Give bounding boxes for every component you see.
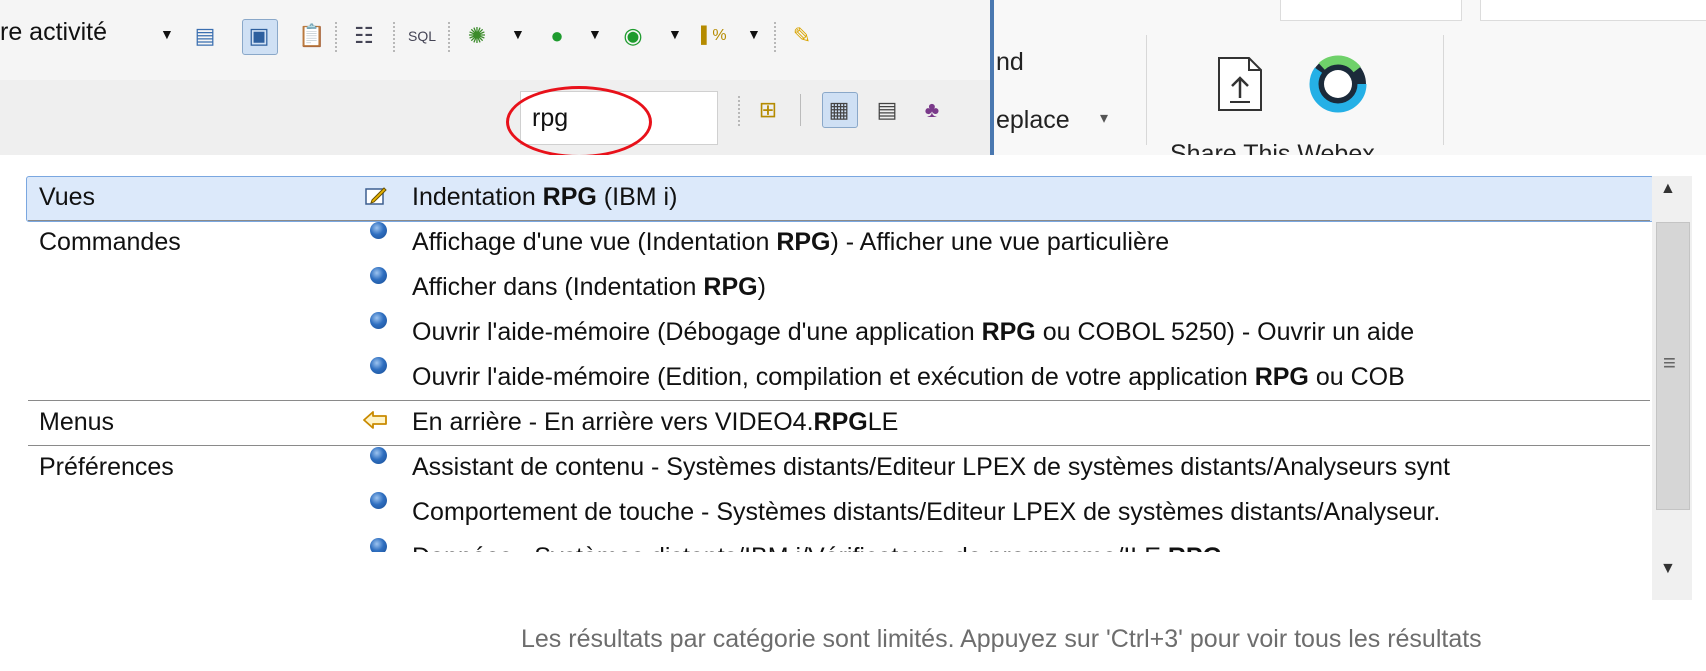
result-item[interactable]: Comportement de touche - Systèmes distan… xyxy=(412,498,1440,527)
table-icon[interactable]: ▤ xyxy=(875,98,899,122)
dropdown-arrow-icon[interactable]: ▼ xyxy=(160,26,174,42)
category-menus: Menus xyxy=(39,408,115,436)
find-button[interactable]: nd xyxy=(996,48,1024,77)
perspective-label[interactable]: re activité xyxy=(0,18,107,47)
ribbon-tab[interactable] xyxy=(1280,0,1462,21)
remote-dropdown-icon[interactable]: ▼ xyxy=(668,26,682,42)
coverage-dropdown-icon[interactable]: ▼ xyxy=(747,26,761,42)
toolbar-separator xyxy=(448,22,451,52)
command-bullet-icon xyxy=(370,222,387,239)
result-item[interactable]: Ouvrir l'aide-mémoire (Edition, compilat… xyxy=(412,363,1405,392)
replace-button[interactable]: eplace xyxy=(996,106,1070,135)
ribbon-tab[interactable] xyxy=(1480,0,1706,21)
toolbar-separator xyxy=(800,94,801,126)
preference-bullet-icon xyxy=(370,447,387,464)
open-perspective-icon[interactable]: ⊞ xyxy=(756,98,780,122)
list-icon[interactable]: ☷ xyxy=(352,24,376,48)
results-limit-hint: Les résultats par catégorie sont limités… xyxy=(521,625,1482,653)
run-dropdown-icon[interactable]: ▼ xyxy=(588,26,602,42)
coverage-icon[interactable]: ▌% xyxy=(701,24,727,48)
result-item[interactable]: Ouvrir l'aide-mémoire (Débogage d'une ap… xyxy=(412,318,1414,347)
search-highlight-circle xyxy=(506,86,652,158)
remote-systems-icon[interactable]: ▦ xyxy=(827,98,851,122)
scroll-up-icon[interactable]: ▲ xyxy=(1660,180,1676,198)
team-icon[interactable]: ♣ xyxy=(920,98,944,122)
command-bullet-icon xyxy=(370,312,387,329)
sql-icon[interactable]: SQL xyxy=(408,24,436,48)
category-separator xyxy=(28,220,1650,221)
command-bullet-icon xyxy=(370,357,387,374)
result-item[interactable]: En arrière - En arrière vers VIDEO4.RPGL… xyxy=(412,408,898,437)
debug-icon[interactable]: ✺ xyxy=(465,24,489,48)
toolbar-separator xyxy=(774,22,777,52)
scroll-down-icon[interactable]: ▼ xyxy=(1660,560,1676,578)
run-icon[interactable]: ● xyxy=(545,24,569,48)
preference-bullet-icon xyxy=(370,538,387,552)
web-icon[interactable]: ▣ xyxy=(247,24,271,48)
ribbon-separator xyxy=(1443,35,1444,145)
share-file-icon[interactable] xyxy=(1215,56,1265,112)
category-separator xyxy=(28,445,1650,446)
category-commandes: Commandes xyxy=(39,228,181,256)
toolbar-separator xyxy=(335,22,338,52)
toolbar-separator xyxy=(393,22,396,52)
category-preferences: Préférences xyxy=(39,453,174,481)
selected-result-row[interactable] xyxy=(26,176,1654,222)
view-icon xyxy=(365,187,387,205)
ribbon-separator xyxy=(1146,35,1147,145)
scroll-grip-icon: ≡ xyxy=(1663,350,1676,375)
task-icon[interactable]: ▤ xyxy=(193,24,217,48)
back-arrow-icon xyxy=(363,411,387,429)
toolbar-row-top xyxy=(0,0,1000,80)
category-vues: Vues xyxy=(39,183,96,211)
preference-bullet-icon xyxy=(370,492,387,509)
category-separator xyxy=(28,400,1650,401)
command-bullet-icon xyxy=(370,267,387,284)
brush-icon[interactable]: ✎ xyxy=(790,24,814,48)
clipped-row-container: Données - Systèmes distants/IBM i/Vérifi… xyxy=(20,530,1650,552)
webex-icon[interactable] xyxy=(1306,52,1370,116)
result-item[interactable]: Données - Systèmes distants/IBM i/Vérifi… xyxy=(412,543,1222,552)
result-item[interactable]: Afficher dans (Indentation RPG) xyxy=(412,273,766,302)
result-item[interactable]: Assistant de contenu - Systèmes distants… xyxy=(412,453,1450,482)
clipboard-icon[interactable]: 📋 xyxy=(298,24,325,48)
toolbar-separator xyxy=(738,96,741,126)
result-item[interactable]: Indentation RPG (IBM i) xyxy=(412,183,677,212)
chevron-down-icon[interactable]: ▾ xyxy=(1100,108,1108,128)
run-remote-icon[interactable]: ◉ xyxy=(621,24,645,48)
result-item[interactable]: Affichage d'une vue (Indentation RPG) - … xyxy=(412,228,1169,257)
debug-dropdown-icon[interactable]: ▼ xyxy=(511,26,525,42)
